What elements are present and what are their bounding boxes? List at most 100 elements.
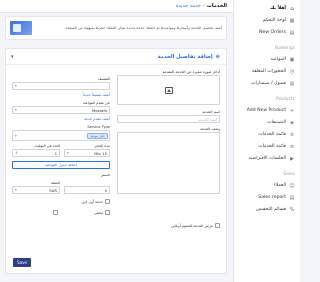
chevron-down-icon: ▾ [15, 188, 17, 192]
sidebar-item-new-orders[interactable]: ▤ New Orders [234, 27, 300, 38]
list-icon: ≡ [289, 143, 295, 150]
sidebar-item-dashboard[interactable]: ▦ لوحة التحكم [234, 15, 300, 26]
tag-icon: ◈ [290, 119, 294, 126]
chevron-down-icon: ▾ [67, 151, 69, 155]
sidebar-item-virtual-sessions[interactable]: ▶ الجلسات الافتراضية [234, 153, 300, 164]
info-banner: أضف تفاصيل الخدمة وأسعارها ومواعيدها ثم … [5, 16, 227, 40]
hidden-checkbox[interactable]: مخفي [94, 210, 110, 215]
duration-label: مدة الحجز [94, 144, 110, 148]
bookings-count-value: 1 [54, 150, 57, 156]
sidebar-item-categories[interactable]: ◈ التصنيفات [234, 117, 300, 128]
add-provider-link[interactable]: أضف مقدم خدمة [84, 117, 110, 121]
provider-select[interactable]: Mostafa ▾ [12, 106, 110, 114]
chevron-down-icon: ▾ [15, 84, 17, 88]
name-label: اسم الخدمة [202, 110, 220, 114]
extra-checkbox[interactable] [51, 210, 58, 215]
sidebar-item-label: المواعيد [270, 57, 286, 62]
save-button[interactable]: Save [13, 258, 31, 267]
sidebar-item-sales-report[interactable]: ▤ Sales report [234, 192, 300, 203]
sidebar-heading-bookings: Bookings [274, 45, 295, 51]
breadcrumb-root[interactable]: الخدمات [207, 3, 227, 9]
description-label: وصف الخدمة [200, 127, 220, 131]
service-name-input[interactable]: اسم الخدمة [117, 115, 220, 123]
category-label: التصنيف [97, 77, 110, 81]
upload-label: أدخل صورة مميزة عن الخدمة المقدمة [162, 70, 221, 74]
service-type-tag[interactable]: حجز موعد [87, 132, 108, 139]
chevron-down-icon: ▾ [15, 108, 17, 112]
sidebar-item-label: لوحة التحكم [262, 18, 286, 23]
price-input[interactable]: 0 [64, 186, 110, 194]
sidebar-item-classes[interactable]: ▥ فصول / سيمنارات [234, 78, 300, 89]
sidebar-item-label: New Orders [259, 30, 286, 35]
bookings-count-label: العدد في التوقيت [34, 144, 60, 148]
currency-select[interactable]: SAR ▾ [12, 186, 60, 194]
stepper-icon[interactable]: ⇕ [15, 151, 18, 155]
currency-label: العملة [50, 181, 60, 185]
sidebar-item-label: فصول / سيمنارات [251, 81, 286, 86]
sidebar-item-label: التصنيفات [267, 120, 286, 125]
banner-text: أضف تفاصيل الخدمة وأسعارها ومواعيدها ثم … [64, 25, 223, 30]
orders-icon: ▤ [289, 29, 295, 36]
sidebar-item-customers[interactable]: ☺ العملاء [234, 180, 300, 191]
category-select[interactable]: ▾ [12, 82, 110, 90]
video-icon: ▶ [290, 155, 294, 162]
banner-illustration [10, 21, 32, 35]
service-form-card: ⊕ إضافة تفاصيل الخدمة ▾ أدخل صورة مميزة … [5, 48, 227, 274]
plus-icon: + [289, 107, 295, 114]
sidebar-item-label: Add New Product [246, 108, 286, 113]
form-title: إضافة تفاصيل الخدمة [157, 53, 213, 60]
list-icon: ≡ [289, 131, 295, 138]
chevron-down-icon: ▾ [15, 133, 17, 138]
checkbox-box[interactable] [215, 223, 220, 228]
terms-checkbox[interactable]: عرض الخدمة للعموم أونلاين [171, 223, 220, 228]
sidebar-item-label: قائمة الخدمات [258, 144, 286, 149]
image-icon [164, 86, 173, 94]
calendar-icon: ▣ [289, 56, 295, 63]
sidebar-item-label: Sales report [258, 195, 286, 200]
sidebar-item-label: قسائم التخفيض [256, 207, 286, 212]
sidebar-item-add-product[interactable]: + Add New Product [234, 105, 300, 116]
duration-select[interactable]: Min 15 ▾ [64, 149, 110, 157]
service-type-label: Service Type [87, 125, 110, 129]
appointment-label: عن مقدم المواعيد [82, 101, 110, 105]
report-icon: ▤ [289, 194, 295, 201]
form-header: ⊕ إضافة تفاصيل الخدمة ▾ [6, 49, 226, 65]
sidebar-item-label: العملاء [273, 183, 286, 188]
sidebar-item-pending[interactable]: ◷ الحجوزات المعلقة [234, 66, 300, 77]
class-icon: ▥ [289, 80, 295, 87]
price-value: 0 [104, 187, 107, 193]
checkbox-box[interactable] [53, 210, 58, 215]
sidebar-item-coupons[interactable]: % قسائم التخفيض [234, 204, 300, 215]
sidebar-item-appointments[interactable]: ▣ المواعيد [234, 54, 300, 65]
online-checkbox[interactable]: خدمة أون لاين [82, 199, 110, 204]
checkbox-label: مخفي [93, 210, 103, 215]
sidebar-item-label: الجلسات الافتراضية [248, 156, 286, 161]
sidebar-item-services-list-2[interactable]: ≡ قائمة الخدمات [234, 141, 300, 152]
sidebar-heading-sales: Sales [283, 171, 295, 177]
sidebar-item-welcome[interactable]: ⌂ أهلاً بك [234, 3, 300, 14]
add-schedule-button[interactable]: إضافة جدول المواعيد [12, 161, 110, 169]
currency-value: SAR [49, 187, 57, 193]
sidebar-item-services-list[interactable]: ≡ قائمة الخدمات [234, 129, 300, 140]
breadcrumb-current: خدمة جديدة [175, 3, 201, 9]
add-category-link[interactable]: أضف تصنيفاً جديداً [83, 93, 110, 97]
provider-value: Mostafa [91, 107, 107, 113]
duration-value: Min 15 [94, 150, 107, 156]
checkbox-box[interactable] [105, 210, 110, 215]
checkbox-box[interactable] [105, 199, 110, 204]
description-textarea[interactable] [117, 132, 220, 194]
sidebar: ⌂ أهلاً بك ▦ لوحة التحكم ▤ New Orders Booki… [233, 0, 300, 282]
home-icon: ⌂ [290, 5, 294, 12]
dashboard-icon: ▦ [289, 17, 295, 24]
plus-circle-icon: ⊕ [215, 53, 220, 60]
sidebar-heading-products: Products [276, 96, 295, 102]
sidebar-item-label: الحجوزات المعلقة [251, 69, 286, 74]
sidebar-item-label: أهلاً بك [270, 6, 286, 11]
checkbox-label: خدمة أون لاين [81, 199, 103, 204]
breadcrumb-separator: › [202, 3, 205, 9]
page: ⌂ أهلاً بك ▦ لوحة التحكم ▤ New Orders Booki… [0, 0, 300, 282]
image-upload[interactable] [117, 75, 220, 105]
users-icon: ☺ [289, 182, 295, 189]
bookings-count-stepper[interactable]: 1 ⇕ [12, 149, 60, 157]
collapse-icon[interactable]: ▾ [11, 54, 14, 60]
